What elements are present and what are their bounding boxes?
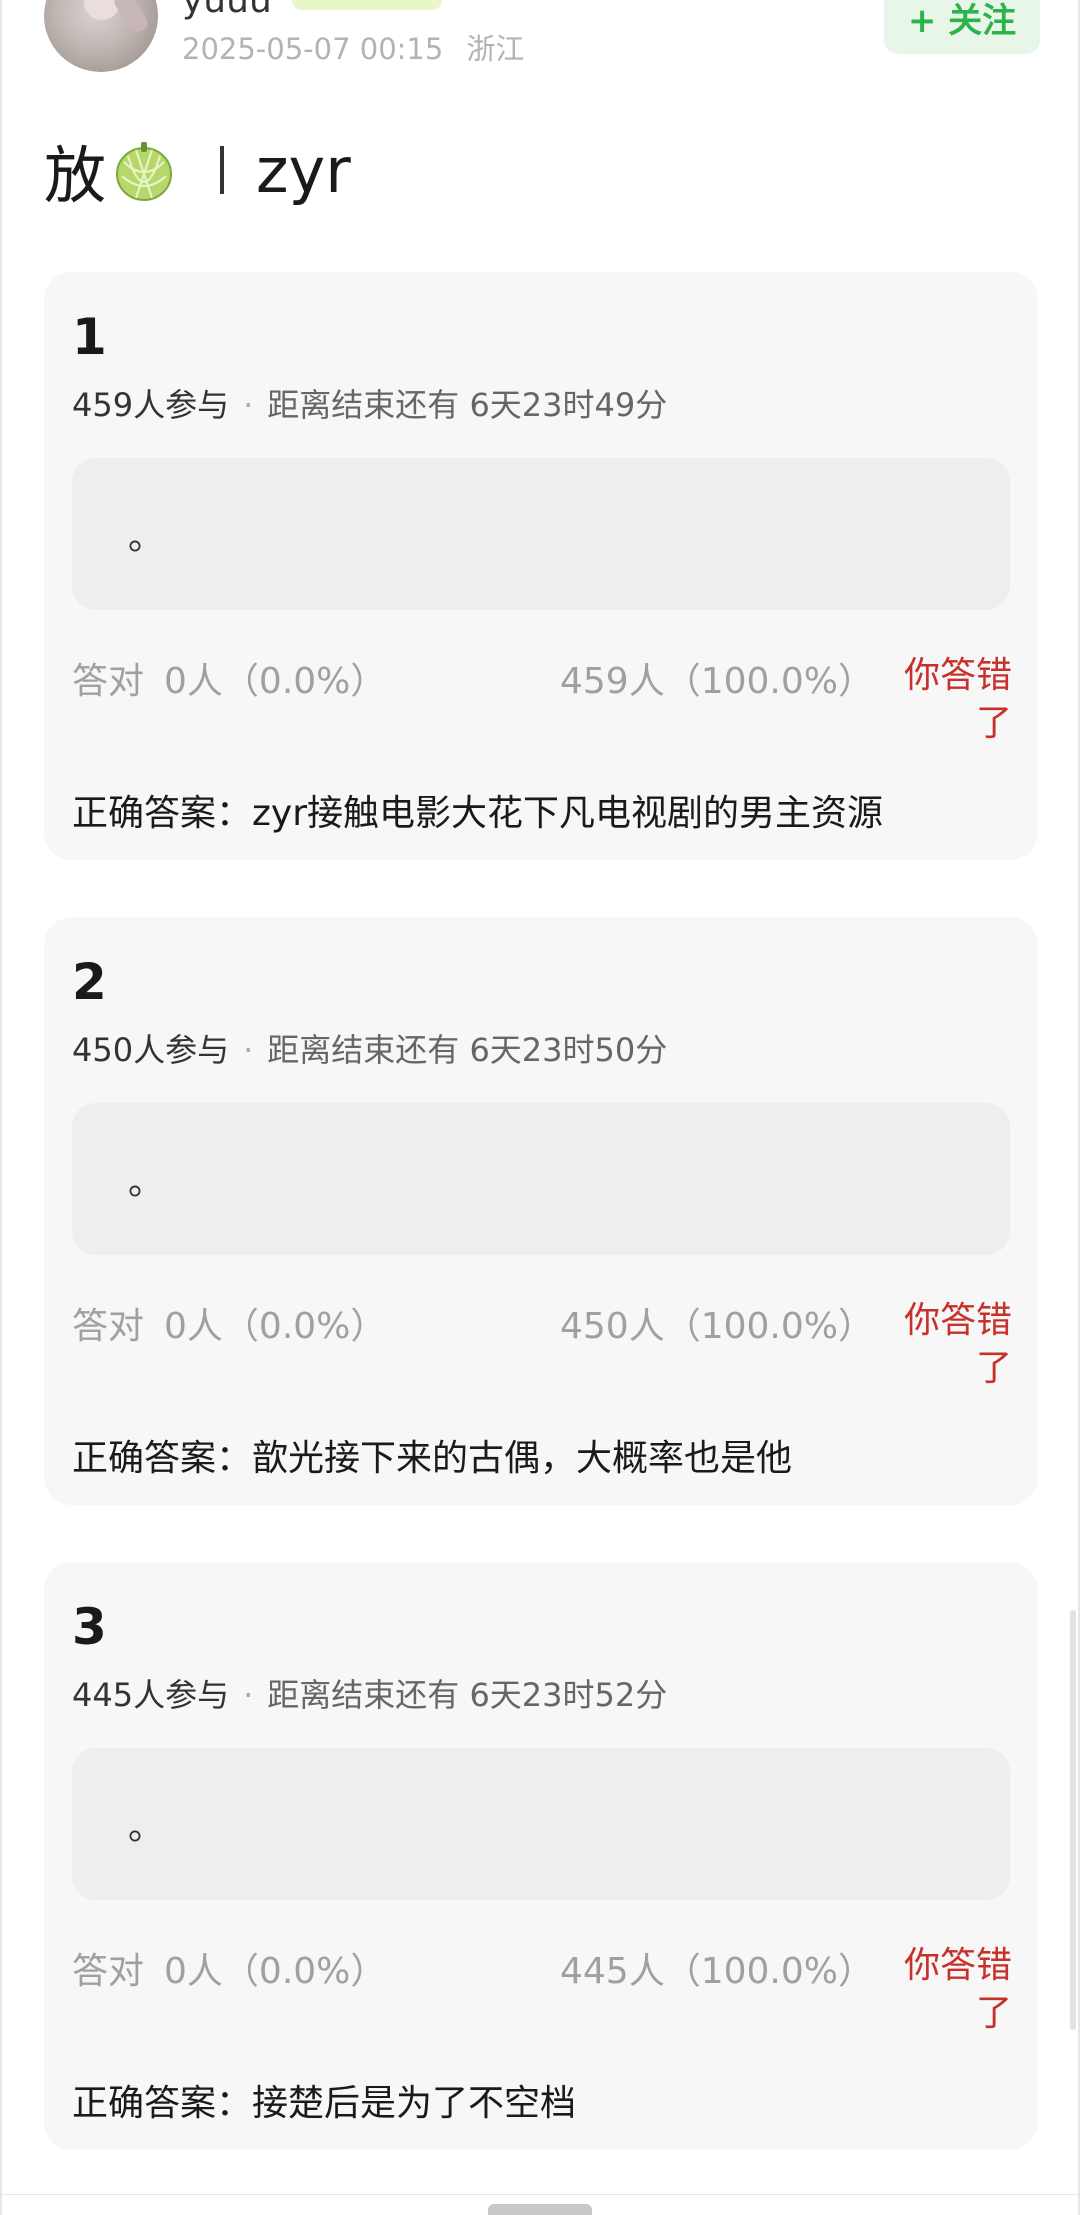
correct-answer: 正确答案：zyr接触电影大花下凡电视剧的男主资源 bbox=[72, 793, 884, 834]
correct-stats: 答对 0人（0.0%） bbox=[72, 652, 386, 704]
correct-count: 0人（0.0%） bbox=[164, 1306, 387, 1347]
quiz-card: 3 445人参与 · 距离结束还有 6天23时52分 。 答对 0人（0.0%） 44… bbox=[44, 1562, 1038, 2150]
time-remaining: 距离结束还有 6天23时52分 bbox=[267, 1676, 668, 1714]
option-text: 。 bbox=[128, 1807, 165, 1848]
username[interactable]: yuuu bbox=[182, 0, 272, 21]
post-timestamp: 2025-05-07 00:15 bbox=[182, 32, 444, 66]
divider bbox=[0, 2194, 1080, 2195]
quiz-number: 1 bbox=[72, 308, 107, 366]
melon-icon bbox=[114, 138, 174, 202]
home-indicator[interactable] bbox=[488, 2204, 592, 2215]
wrong-count: 459人（100.0%） bbox=[560, 661, 874, 702]
member-badge bbox=[292, 0, 442, 10]
post-header: yuuu 2025-05-07 00:15 浙江 + 关注 bbox=[0, 0, 1080, 90]
post-title: 放 zyr bbox=[44, 130, 351, 213]
title-suffix: zyr bbox=[256, 133, 351, 207]
avatar-figure-arm bbox=[111, 0, 151, 36]
wrong-count: 450人（100.0%） bbox=[560, 1306, 874, 1347]
quiz-meta: 450人参与 · 距离结束还有 6天23时50分 bbox=[72, 1025, 667, 1071]
quiz-card: 1 459人参与 · 距离结束还有 6天23时49分 。 答对 0人（0.0%） 45… bbox=[44, 272, 1038, 860]
avatar[interactable] bbox=[44, 0, 158, 72]
option-text: 。 bbox=[128, 1162, 165, 1203]
wrong-count: 445人（100.0%） bbox=[560, 1951, 874, 1992]
follow-button[interactable]: + 关注 bbox=[884, 0, 1040, 54]
result-verdict: 你答错了 bbox=[903, 1945, 1012, 2034]
correct-label: 答对 bbox=[72, 661, 145, 702]
quiz-number: 2 bbox=[72, 953, 107, 1011]
correct-answer: 正确答案：接楚后是为了不空档 bbox=[72, 2083, 577, 2124]
correct-label: 答对 bbox=[72, 1951, 145, 1992]
quiz-meta: 459人参与 · 距离结束还有 6天23时49分 bbox=[72, 380, 667, 426]
post-meta: 2025-05-07 00:15 浙江 bbox=[182, 26, 525, 68]
quiz-option[interactable]: 。 bbox=[72, 458, 1010, 610]
option-text: 。 bbox=[128, 517, 165, 558]
time-remaining: 距离结束还有 6天23时50分 bbox=[267, 1031, 668, 1069]
title-separator bbox=[220, 146, 225, 194]
correct-count: 0人（0.0%） bbox=[164, 1951, 387, 1992]
participant-count: 445人参与 bbox=[72, 1676, 230, 1714]
result-verdict: 你答错了 bbox=[903, 655, 1012, 744]
participant-count: 450人参与 bbox=[72, 1031, 230, 1069]
correct-label: 答对 bbox=[72, 1306, 145, 1347]
correct-answer: 正确答案：歆光接下来的古偶，大概率也是他 bbox=[72, 1438, 793, 1479]
meta-dot: · bbox=[243, 386, 254, 424]
meta-dot: · bbox=[243, 1031, 254, 1069]
correct-stats: 答对 0人（0.0%） bbox=[72, 1942, 386, 1994]
correct-count: 0人（0.0%） bbox=[164, 661, 387, 702]
quiz-number: 3 bbox=[72, 1598, 107, 1656]
scrollbar-thumb[interactable] bbox=[1070, 1610, 1076, 2030]
quiz-option[interactable]: 。 bbox=[72, 1748, 1010, 1900]
participant-count: 459人参与 bbox=[72, 386, 230, 424]
result-verdict: 你答错了 bbox=[903, 1300, 1012, 1389]
quiz-meta: 445人参与 · 距离结束还有 6天23时52分 bbox=[72, 1670, 667, 1716]
correct-stats: 答对 0人（0.0%） bbox=[72, 1297, 386, 1349]
quiz-option[interactable]: 。 bbox=[72, 1103, 1010, 1255]
time-remaining: 距离结束还有 6天23时49分 bbox=[267, 386, 668, 424]
title-prefix: 放 bbox=[44, 139, 107, 212]
quiz-card: 2 450人参与 · 距离结束还有 6天23时50分 。 答对 0人（0.0%） 45… bbox=[44, 917, 1038, 1505]
meta-dot: · bbox=[243, 1676, 254, 1714]
post-location: 浙江 bbox=[466, 32, 525, 66]
